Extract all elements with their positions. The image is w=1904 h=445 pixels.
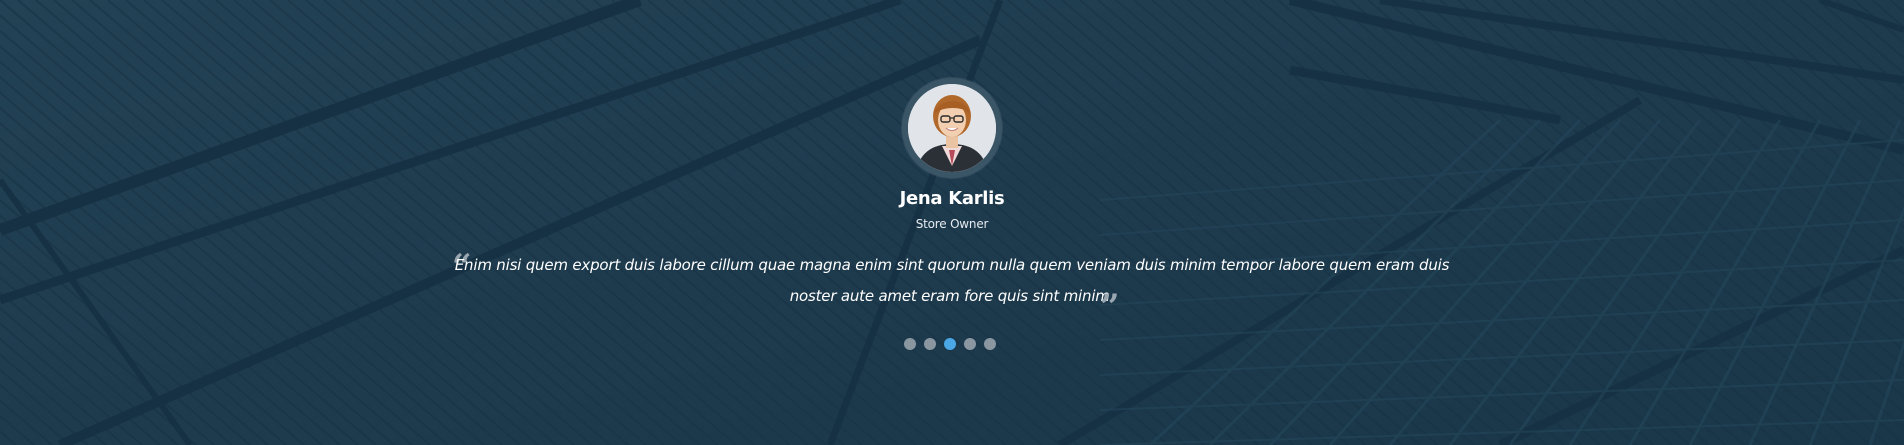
testimonial-author-name: Jena Karlis	[899, 188, 1005, 209]
testimonial-pager	[904, 338, 996, 352]
quote-close-icon: ”	[1100, 287, 1120, 327]
pager-dot-5[interactable]	[984, 338, 996, 350]
testimonials-section: Jena Karlis Store Owner “ Enim nisi quem…	[0, 0, 1904, 445]
pager-dot-3[interactable]	[944, 338, 956, 350]
testimonial-quote-text: Enim nisi quem export duis labore cillum…	[454, 256, 1450, 305]
testimonial-content: Jena Karlis Store Owner “ Enim nisi quem…	[0, 0, 1904, 445]
testimonial-quote: Enim nisi quem export duis labore cillum…	[448, 250, 1456, 312]
testimonial-author-role: Store Owner	[915, 217, 989, 231]
pager-dot-1[interactable]	[904, 338, 916, 350]
pager-dot-4[interactable]	[964, 338, 976, 350]
avatar	[908, 84, 996, 172]
pager-dot-2[interactable]	[924, 338, 936, 350]
avatar-frame	[902, 78, 1002, 178]
